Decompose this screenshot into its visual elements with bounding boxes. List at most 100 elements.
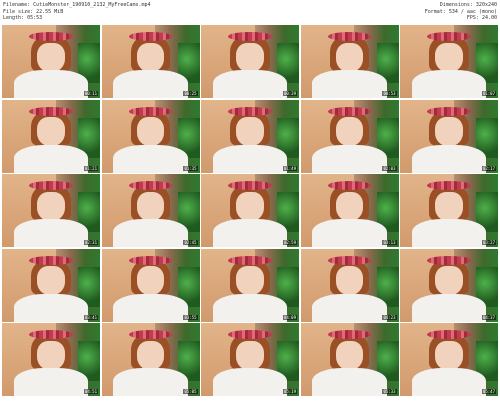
timestamp-label: 00:53 [382, 91, 397, 96]
thumbnail-frame: 01:49 [201, 99, 299, 173]
frame-face [37, 191, 65, 221]
timestamp-label: 01:35 [183, 165, 198, 171]
frame-body [212, 219, 288, 247]
frame-face [136, 340, 165, 370]
thumbnail-frame: 04:23 [300, 248, 399, 322]
timestamp-label: 04:37 [481, 314, 496, 320]
fps-text: FPS: 24.00 [466, 15, 497, 21]
frame-face [136, 42, 165, 72]
thumbnail-frame: 01:21 [2, 99, 100, 173]
frame-wreath [228, 32, 272, 42]
frame-body [113, 144, 188, 173]
frame-face [335, 117, 364, 147]
frame-face [136, 117, 165, 147]
timestamp-label: 04:51 [83, 389, 98, 394]
file-info: Filename: CutieMonster_190910_2132_MyFre… [3, 2, 151, 22]
frame-wreath [29, 32, 73, 42]
frame-wreath [29, 106, 73, 116]
frame-face [435, 191, 463, 221]
frame-body [212, 144, 288, 173]
timestamp-label: 00:11 [83, 91, 98, 96]
frame-wreath [128, 255, 173, 265]
timestamp-label: 02:59 [282, 240, 297, 245]
frame-body [312, 70, 387, 98]
timestamp-label: 03:13 [382, 240, 397, 245]
frame-wreath [228, 330, 272, 340]
timestamp-label: 03:41 [83, 314, 98, 320]
frame-face [236, 266, 264, 296]
frame-body [411, 219, 487, 247]
frame-body [411, 293, 487, 322]
thumbnail-frame: 02:03 [300, 99, 399, 173]
frame-face [136, 191, 165, 221]
frame-body [13, 293, 89, 322]
frame-body [212, 293, 288, 322]
frame-wreath [128, 181, 173, 191]
thumbnail-frame: 00:53 [300, 25, 399, 98]
thumbnail-frame: 05:33 [300, 323, 399, 396]
frame-wreath [327, 32, 372, 42]
frame-body [411, 70, 487, 98]
frame-wreath [427, 255, 471, 265]
frame-wreath [327, 106, 372, 116]
frame-face [335, 266, 364, 296]
thumbnail-frame: 04:51 [2, 323, 100, 396]
timestamp-label: 02:45 [183, 240, 198, 245]
frame-face [435, 340, 463, 370]
frame-face [335, 42, 364, 72]
thumbnail-frame: 00:25 [101, 25, 200, 98]
frame-face [37, 266, 65, 296]
length-text: Length: 05:53 [3, 15, 43, 21]
frame-face [335, 191, 364, 221]
thumbnail-frame: 00:39 [201, 25, 299, 98]
timestamp-label: 05:19 [282, 389, 297, 394]
timestamp-label: 05:05 [183, 389, 198, 394]
frame-body [13, 70, 89, 98]
filename-text: Filename: CutieMonster_190910_2132_MyFre… [3, 2, 151, 8]
frame-wreath [128, 330, 173, 340]
frame-face [37, 117, 65, 147]
timestamp-label: 05:47 [481, 389, 496, 394]
frame-body [312, 144, 387, 173]
frame-wreath [29, 181, 73, 191]
frame-face [37, 340, 65, 370]
timestamp-label: 01:49 [282, 165, 297, 171]
frame-wreath [327, 330, 372, 340]
thumbnail-frame: 02:17 [400, 99, 498, 173]
frame-face [435, 117, 463, 147]
thumbnail-frame: 03:55 [101, 248, 200, 322]
frame-body [113, 293, 188, 322]
thumbnail-frame: 02:45 [101, 174, 200, 247]
thumbnail-frame: 00:11 [2, 25, 100, 98]
frame-face [37, 42, 65, 72]
timestamp-label: 03:55 [183, 314, 198, 320]
thumbnail-frame: 03:41 [2, 248, 100, 322]
frame-body [113, 70, 188, 98]
frame-face [236, 191, 264, 221]
frame-wreath [228, 106, 272, 116]
frame-wreath [327, 255, 372, 265]
thumbnail-frame: 05:47 [400, 323, 498, 396]
timestamp-label: 00:39 [282, 91, 297, 96]
thumbnail-frame: 02:31 [2, 174, 100, 247]
frame-face [236, 42, 264, 72]
frame-body [312, 368, 387, 396]
timestamp-label: 02:31 [83, 240, 98, 245]
frame-body [13, 144, 89, 173]
frame-face [435, 266, 463, 296]
frame-body [13, 219, 89, 247]
frame-wreath [29, 255, 73, 265]
frame-wreath [128, 32, 173, 42]
timestamp-label: 02:03 [382, 165, 397, 171]
thumbnail-frame: 05:05 [101, 323, 200, 396]
frame-wreath [228, 255, 272, 265]
thumbnail-frame: 01:35 [101, 99, 200, 173]
header: Filename: CutieMonster_190910_2132_MyFre… [0, 0, 500, 24]
frame-body [212, 70, 288, 98]
frame-body [113, 219, 188, 247]
timestamp-label: 02:17 [481, 165, 496, 171]
frame-body [312, 219, 387, 247]
frame-face [136, 266, 165, 296]
thumbnail-frame: 03:13 [300, 174, 399, 247]
timestamp-label: 04:23 [382, 314, 397, 320]
